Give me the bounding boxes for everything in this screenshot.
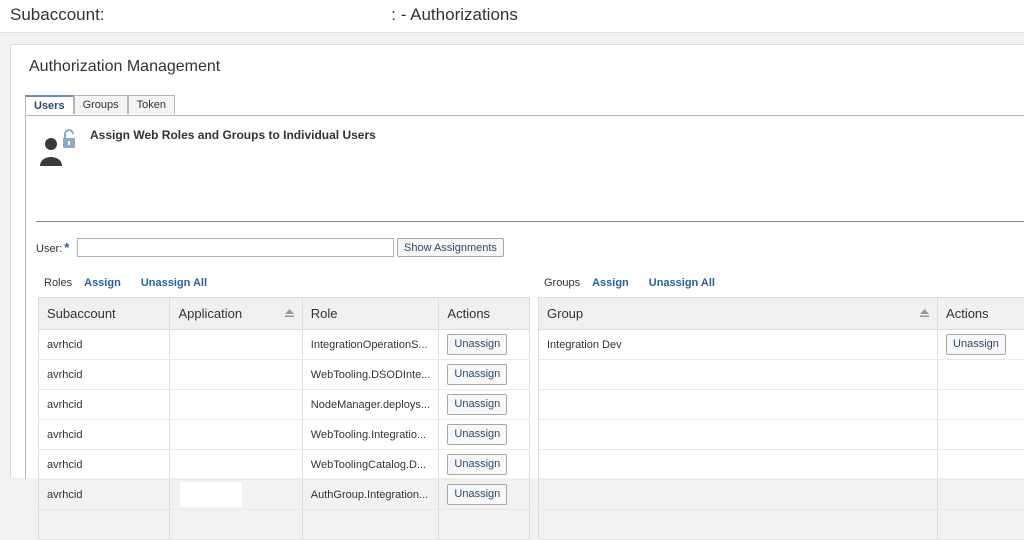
roles-label: Roles (44, 277, 72, 289)
column-header-role[interactable]: Role (302, 298, 439, 330)
assign-heading: Assign Web Roles and Groups to Individua… (90, 128, 376, 142)
sort-icon[interactable] (920, 309, 929, 317)
user-input[interactable] (77, 238, 394, 257)
tab-bar: Users Groups Token (25, 95, 175, 115)
cell-subaccount: avrhcid (39, 450, 170, 480)
cell-application (170, 390, 302, 420)
cell-role: WebToolingCatalog.D... (302, 450, 439, 480)
cell-actions: Unassign (439, 360, 530, 390)
empty-table-row (539, 450, 1024, 480)
column-header-actions[interactable]: Actions (439, 298, 530, 330)
unassign-button[interactable]: Unassign (447, 424, 507, 445)
cell-role: AuthGroup.Integration... (302, 480, 439, 510)
table-row: avrhcid IntegrationOperationS... Unassign (39, 330, 530, 360)
unassign-button[interactable]: Unassign (447, 484, 507, 505)
user-unlock-icon (38, 126, 78, 166)
groups-assign-link[interactable]: Assign (592, 277, 629, 289)
users-tab-content: Assign Web Roles and Groups to Individua… (25, 115, 1024, 479)
empty-table-row (539, 360, 1024, 390)
column-header-application-label: Application (178, 306, 242, 321)
table-row: avrhcid NodeManager.deploys... Unassign (39, 390, 530, 420)
redacted-application (180, 332, 242, 357)
groups-unassign-all-link[interactable]: Unassign All (649, 277, 715, 289)
redacted-application (180, 422, 242, 447)
tab-groups[interactable]: Groups (74, 95, 128, 114)
required-marker: * (64, 240, 69, 255)
redacted-application (180, 362, 242, 387)
column-header-group[interactable]: Group (539, 298, 938, 330)
user-label: User:* (36, 240, 69, 255)
roles-toolbar: Roles Assign Unassign All (44, 277, 207, 289)
cell-actions: Unassign (439, 390, 530, 420)
cell-subaccount: avrhcid (39, 330, 170, 360)
groups-label: Groups (544, 277, 580, 289)
cell-application (170, 420, 302, 450)
cell-subaccount: avrhcid (39, 480, 170, 510)
column-header-group-actions[interactable]: Actions (938, 298, 1024, 330)
cell-role: NodeManager.deploys... (302, 390, 439, 420)
cell-role: IntegrationOperationS... (302, 330, 439, 360)
groups-toolbar: Groups Assign Unassign All (544, 277, 715, 289)
column-header-subaccount[interactable]: Subaccount (39, 298, 170, 330)
page-title-suffix: : - Authorizations (391, 5, 518, 24)
tab-token[interactable]: Token (128, 95, 175, 114)
table-row: Integration Dev Unassign (539, 330, 1024, 360)
cell-application (170, 360, 302, 390)
empty-table-row (539, 390, 1024, 420)
roles-table: Subaccount Application Role Actions avrh… (38, 297, 530, 540)
show-assignments-button[interactable]: Show Assignments (397, 238, 504, 257)
cell-subaccount: avrhcid (39, 420, 170, 450)
cell-role: WebTooling.DSODInte... (302, 360, 439, 390)
redacted-subaccount-name (109, 7, 391, 25)
unassign-button[interactable]: Unassign (447, 394, 507, 415)
empty-table-row (539, 480, 1024, 510)
table-row: avrhcid WebToolingCatalog.D... Unassign (39, 450, 530, 480)
page-title-prefix: Subaccount: (10, 5, 105, 24)
table-row: avrhcid AuthGroup.Integration... Unassign (39, 480, 530, 510)
top-bar: Subaccount: : - Authorizations (0, 0, 1024, 33)
empty-table-row (539, 510, 1024, 540)
cell-actions: Unassign (439, 330, 530, 360)
unassign-button[interactable]: Unassign (447, 454, 507, 475)
column-header-application[interactable]: Application (170, 298, 302, 330)
cell-application (170, 330, 302, 360)
empty-table-row (539, 420, 1024, 450)
authorization-panel: Authorization Management Users Groups To… (10, 44, 1024, 478)
cell-group-actions: Unassign (938, 330, 1024, 360)
panel-title: Authorization Management (29, 58, 220, 76)
unassign-button[interactable]: Unassign (447, 364, 507, 385)
cell-actions: Unassign (439, 480, 530, 510)
cell-application (170, 450, 302, 480)
cell-subaccount: avrhcid (39, 360, 170, 390)
user-label-text: User: (36, 243, 62, 255)
empty-table-row (39, 510, 530, 540)
table-row: avrhcid WebTooling.DSODInte... Unassign (39, 360, 530, 390)
column-header-group-label: Group (547, 306, 583, 321)
page-title: Subaccount: : - Authorizations (10, 5, 518, 25)
cell-actions: Unassign (439, 420, 530, 450)
cell-application (170, 480, 302, 510)
divider (36, 221, 1024, 222)
cell-subaccount: avrhcid (39, 390, 170, 420)
redacted-application (180, 392, 242, 417)
tab-users[interactable]: Users (25, 95, 74, 114)
unassign-button[interactable]: Unassign (447, 334, 507, 355)
redacted-application (180, 482, 242, 507)
redacted-application (180, 452, 242, 477)
roles-unassign-all-link[interactable]: Unassign All (141, 277, 207, 289)
table-row: avrhcid WebTooling.Integratio... Unassign (39, 420, 530, 450)
cell-group: Integration Dev (539, 330, 938, 360)
cell-actions: Unassign (439, 450, 530, 480)
cell-role: WebTooling.Integratio... (302, 420, 439, 450)
roles-assign-link[interactable]: Assign (84, 277, 121, 289)
sort-icon[interactable] (285, 309, 294, 317)
unassign-button[interactable]: Unassign (946, 334, 1006, 355)
groups-table: Group Actions Integration Dev Unassign (538, 297, 1024, 540)
